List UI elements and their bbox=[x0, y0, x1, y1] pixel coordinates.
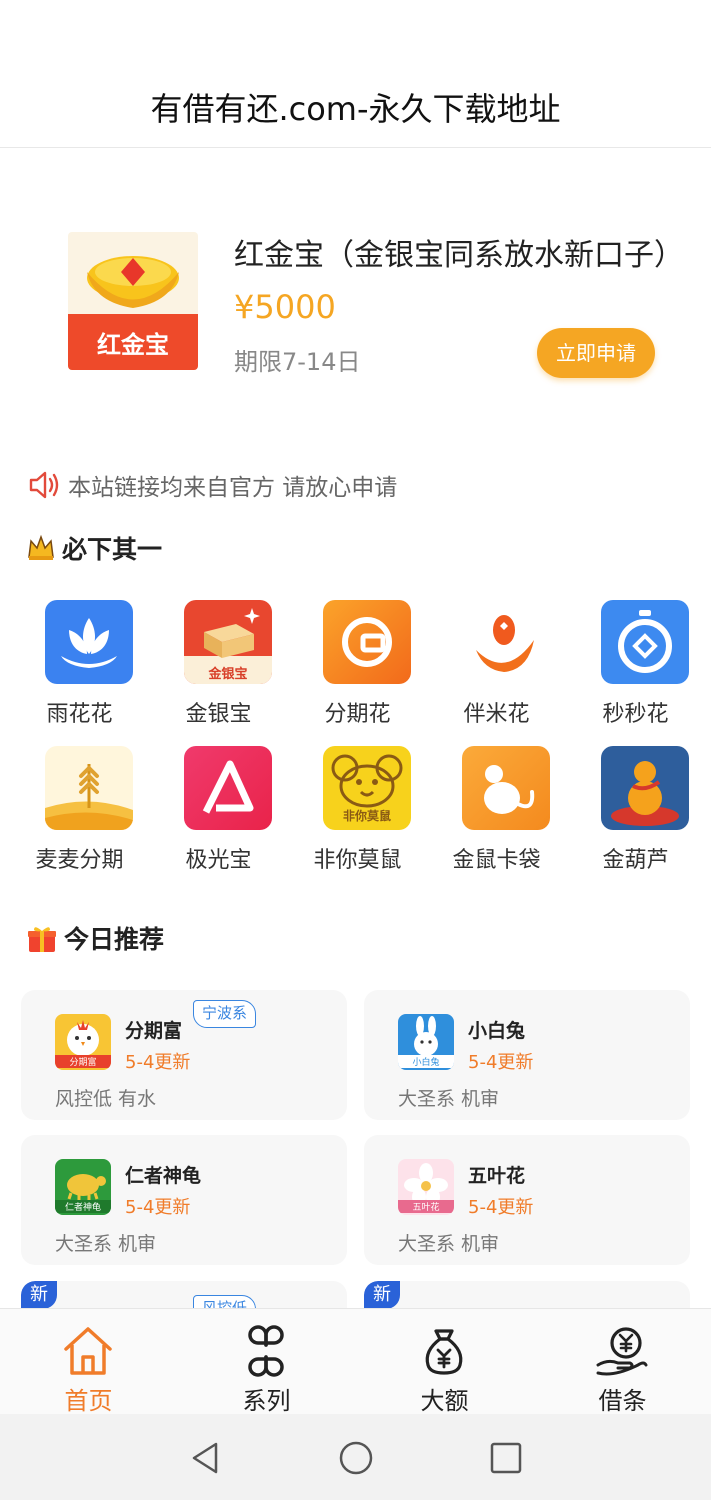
nav-label: 首页 bbox=[64, 1387, 113, 1415]
app-name: 雨花花 bbox=[46, 702, 113, 727]
card-name: 小白兔 bbox=[468, 1020, 526, 1042]
rabbit-icon: 小白兔 bbox=[398, 1014, 454, 1070]
nav-label: 借条 bbox=[598, 1387, 647, 1415]
card-desc: 大圣系 机审 bbox=[398, 1088, 500, 1110]
card-name: 五叶花 bbox=[468, 1165, 526, 1187]
mouse-icon bbox=[462, 746, 550, 830]
icon-caption: 五叶花 bbox=[398, 1200, 454, 1213]
recommend-card-partial[interactable]: 新 风控低 bbox=[21, 1281, 347, 1308]
new-badge: 新 bbox=[364, 1281, 400, 1308]
page-header: 有借有还.com-永久下载地址 bbox=[0, 0, 711, 148]
app-item[interactable]: 金葫芦 bbox=[566, 736, 705, 876]
featured-product-name: 红金宝（金银宝同系放水新口子） bbox=[234, 238, 684, 273]
recents-icon[interactable] bbox=[486, 1438, 526, 1478]
icon-caption: 分期富 bbox=[55, 1055, 111, 1068]
lotus-icon bbox=[45, 600, 133, 684]
grain-hand-icon bbox=[462, 600, 550, 684]
card-update: 5-4更新 bbox=[468, 1197, 534, 1218]
crown-icon bbox=[28, 534, 54, 560]
logo-band: 红金宝 bbox=[68, 314, 198, 370]
flower-icon: 五叶花 bbox=[398, 1159, 454, 1215]
recommend-card[interactable]: 仁者神龟 仁者神龟 5-4更新 大圣系 机审 bbox=[21, 1135, 347, 1265]
aurora-a-icon bbox=[184, 746, 272, 830]
bottom-nav: 首页 系列 大额 借条 bbox=[0, 1308, 711, 1415]
page-title: 有借有还.com-永久下载地址 bbox=[150, 90, 561, 128]
app-item[interactable]: 分期花 bbox=[288, 590, 427, 730]
svg-text:金银宝: 金银宝 bbox=[207, 666, 247, 682]
nav-item-home[interactable]: 首页 bbox=[0, 1309, 177, 1415]
notice-text: 本站链接均来自官方 请放心申请 bbox=[68, 475, 398, 501]
recommend-card-partial[interactable]: 新 bbox=[364, 1281, 690, 1308]
gold-ingot-icon bbox=[87, 256, 179, 308]
featured-product-logo[interactable]: 红金宝 bbox=[68, 232, 198, 370]
app-name: 非你莫鼠 bbox=[313, 848, 402, 873]
card-name: 仁者神龟 bbox=[125, 1165, 202, 1187]
app-item[interactable]: 雨花花 bbox=[10, 590, 149, 730]
featured-product[interactable]: 红金宝 红金宝（金银宝同系放水新口子） ¥5000 期限7-14日 立即申请 bbox=[0, 148, 711, 448]
card-update: 5-4更新 bbox=[125, 1197, 191, 1218]
app-name: 分期花 bbox=[324, 702, 391, 727]
turtle-icon: 仁者神龟 bbox=[55, 1159, 111, 1215]
featured-product-amount: ¥5000 bbox=[234, 288, 336, 326]
card-tag: 宁波系 bbox=[193, 1000, 257, 1028]
recommend-card[interactable]: 分期富 分期富 5-4更新 风控低 有水 宁波系 bbox=[21, 990, 347, 1120]
featured-product-term: 期限7-14日 bbox=[234, 348, 361, 376]
section-title: 必下其一 bbox=[62, 535, 163, 564]
today-recommend-heading: 今日推荐 bbox=[26, 920, 164, 956]
app-item[interactable]: 极光宝 bbox=[149, 736, 288, 876]
nav-item-large-amount[interactable]: 大额 bbox=[356, 1309, 533, 1415]
app-name: 秒秒花 bbox=[602, 702, 669, 727]
gourd-icon bbox=[601, 746, 689, 830]
g-logo-icon bbox=[323, 600, 411, 684]
icon-caption: 小白兔 bbox=[398, 1055, 454, 1068]
app-name: 金葫芦 bbox=[602, 848, 669, 873]
stopwatch-icon bbox=[601, 600, 689, 684]
nav-label: 系列 bbox=[242, 1387, 291, 1415]
grid-icon bbox=[248, 1325, 284, 1377]
recommend-card[interactable]: 小白兔 小白兔 5-4更新 大圣系 机审 bbox=[364, 990, 690, 1120]
home-circle-icon[interactable] bbox=[336, 1438, 376, 1478]
money-bag-icon bbox=[425, 1329, 463, 1375]
card-name: 分期富 bbox=[125, 1020, 183, 1042]
app-item[interactable]: 秒秒花 bbox=[566, 590, 705, 730]
app-name: 伴米花 bbox=[463, 702, 530, 727]
app-name: 金鼠卡袋 bbox=[452, 848, 541, 873]
card-update: 5-4更新 bbox=[468, 1052, 534, 1073]
system-nav-bar bbox=[0, 1414, 711, 1500]
back-icon[interactable] bbox=[186, 1438, 226, 1478]
card-desc: 大圣系 机审 bbox=[55, 1233, 157, 1255]
speaker-icon bbox=[29, 471, 59, 499]
yen-hand-icon bbox=[596, 1327, 648, 1376]
wheat-icon bbox=[45, 746, 133, 830]
section-title: 今日推荐 bbox=[64, 925, 165, 954]
app-name: 极光宝 bbox=[185, 848, 252, 873]
app-name: 金银宝 bbox=[185, 702, 252, 727]
nav-item-iou[interactable]: 借条 bbox=[534, 1309, 711, 1415]
must-download-heading: 必下其一 bbox=[26, 530, 162, 566]
app-item[interactable]: 非你莫鼠 非你莫鼠 bbox=[288, 736, 427, 876]
new-badge: 新 bbox=[21, 1281, 57, 1308]
notice-bar: 本站链接均来自官方 请放心申请 bbox=[28, 468, 397, 502]
card-desc: 大圣系 机审 bbox=[398, 1233, 500, 1255]
chick-icon: 分期富 bbox=[55, 1014, 111, 1070]
gold-box-icon: 金银宝 bbox=[184, 600, 272, 684]
icon-caption: 仁者神龟 bbox=[55, 1200, 111, 1213]
home-icon bbox=[64, 1327, 112, 1375]
apply-button[interactable]: 立即申请 bbox=[537, 328, 655, 378]
mouse-face-icon: 非你莫鼠 bbox=[323, 746, 411, 830]
card-tag: 风控低 bbox=[193, 1295, 257, 1308]
card-update: 5-4更新 bbox=[125, 1052, 191, 1073]
logo-text: 红金宝 bbox=[97, 331, 169, 359]
app-item[interactable]: 伴米花 bbox=[427, 590, 566, 730]
app-name: 麦麦分期 bbox=[35, 848, 124, 873]
nav-item-series[interactable]: 系列 bbox=[178, 1309, 355, 1415]
nav-label: 大额 bbox=[420, 1387, 469, 1415]
app-item[interactable]: 麦麦分期 bbox=[10, 736, 149, 876]
recommend-card[interactable]: 五叶花 五叶花 5-4更新 大圣系 机审 bbox=[364, 1135, 690, 1265]
app-item[interactable]: 金银宝 金银宝 bbox=[149, 590, 288, 730]
icon-caption: 非你莫鼠 bbox=[342, 809, 391, 823]
app-item[interactable]: 金鼠卡袋 bbox=[427, 736, 566, 876]
gift-icon bbox=[28, 927, 56, 952]
card-desc: 风控低 有水 bbox=[55, 1088, 157, 1110]
